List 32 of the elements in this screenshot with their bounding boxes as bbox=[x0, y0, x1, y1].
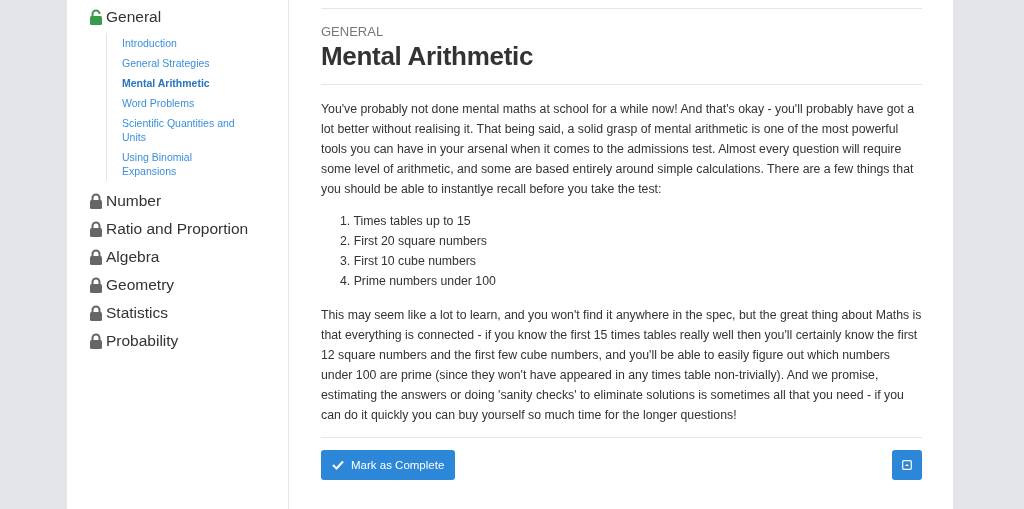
list-item: 2. First 20 square numbers bbox=[340, 233, 488, 250]
lock-icon bbox=[89, 305, 103, 321]
lock-icon bbox=[89, 277, 103, 293]
lock-icon bbox=[89, 193, 103, 209]
paragraph: This may seem like a lot to learn, and you won't find it anywhere in the spec, but the great thing about Maths is that everything is connected - if you know the first 15 times tables really well then you'll certainly know the first 12 square numbers and the first few cube numbers, and you'll be able to easily figure out which numbers under 100 are prime (since they won't have appeared in any times table non-trivially). And we promise, estimating the answers or doing 'sanity checks' to eliminate solutions is sometimes all that you need - if you can do it quickly you can buy yourself so much time for the longer questions! bbox=[321, 307, 922, 424]
sidebar-link[interactable]: Mental Arithmetic bbox=[122, 73, 247, 93]
collapse-icon bbox=[902, 460, 912, 470]
sidebar-section[interactable]: Statistics bbox=[89, 299, 288, 327]
category-label: GENERAL bbox=[321, 24, 385, 39]
lock-icon bbox=[89, 249, 103, 265]
sidebar-section[interactable]: Probability bbox=[89, 327, 288, 355]
sidebar-section[interactable]: Ratio and Proportion bbox=[89, 215, 288, 243]
scroll-up-button[interactable] bbox=[892, 450, 922, 480]
sidebar-section[interactable]: Geometry bbox=[89, 271, 288, 299]
sidebar-link[interactable]: Scientific Quantities and Units bbox=[122, 113, 247, 147]
list-item: 1. Times tables up to 15 bbox=[340, 213, 472, 230]
page-title: Mental Arithmetic bbox=[321, 41, 535, 72]
sidebar-link[interactable]: Using Binomial Expansions bbox=[122, 147, 247, 181]
sidebar-section[interactable]: Algebra bbox=[89, 243, 288, 271]
sidebar-link[interactable]: Introduction bbox=[122, 33, 247, 53]
mark-complete-button[interactable]: Mark as Complete bbox=[321, 450, 456, 480]
lock-icon bbox=[89, 221, 103, 237]
sidebar-section[interactable]: General bbox=[89, 3, 288, 31]
paragraph: You've probably not done mental maths at school for a while now! And that's okay - you'll probably have got a lot better without realising it. That being said, a solid grasp of mental arithmetic is one of the most powerful tools you can have in your arsenal when it comes to the admissions test. Almost every question will require some level of arithmetic, and some are based entirely around simple calculations. There are a few things that you should be able to instantlye recall before you take the test: bbox=[321, 101, 916, 198]
unlocked-lock-icon bbox=[89, 9, 103, 25]
sidebar-link[interactable]: Word Problems bbox=[122, 93, 247, 113]
sidebar-section[interactable]: Number bbox=[89, 187, 288, 215]
list-item: 3. First 10 cube numbers bbox=[340, 253, 477, 270]
sidebar-link[interactable]: General Strategies bbox=[122, 53, 247, 73]
checkmark-icon bbox=[332, 460, 344, 470]
lock-icon bbox=[89, 333, 103, 349]
list-item: 4. Prime numbers under 100 bbox=[340, 273, 497, 290]
